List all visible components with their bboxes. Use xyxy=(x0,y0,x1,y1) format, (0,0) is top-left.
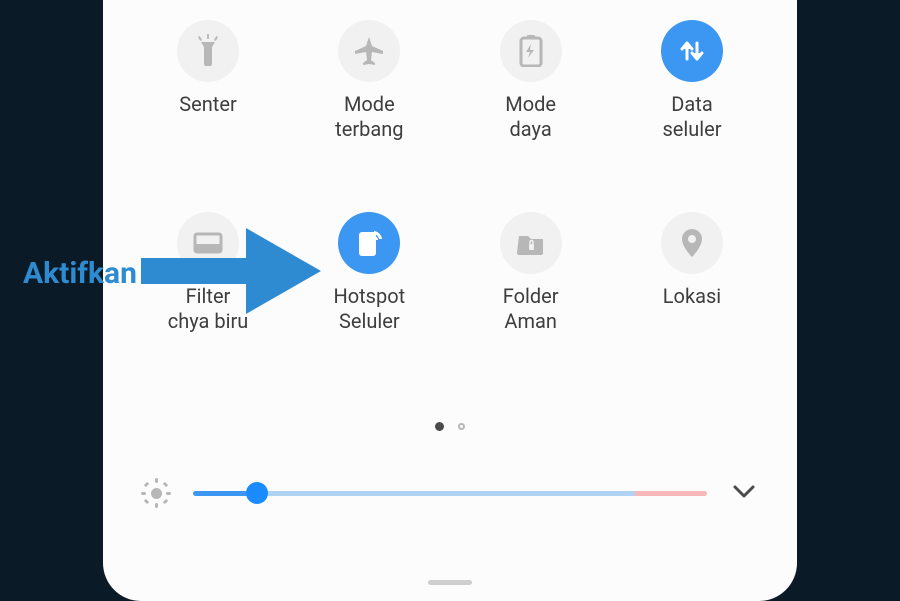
tile-label[interactable]: Hotspot Seluler xyxy=(333,284,405,334)
tile-label[interactable]: Data seluler xyxy=(662,92,721,142)
data-arrows-icon xyxy=(676,35,708,67)
chevron-down-icon xyxy=(733,484,755,503)
tile-securefolder: Folder Aman xyxy=(466,212,596,334)
tiles-row-1: Senter Mode terbang Mode daya xyxy=(143,20,757,142)
arrow-right-icon xyxy=(141,228,321,318)
location-pin-icon xyxy=(679,227,705,259)
tile-powermode-button[interactable] xyxy=(500,20,562,82)
panel-drag-handle[interactable] xyxy=(428,580,472,585)
brightness-slider[interactable] xyxy=(193,481,707,505)
brightness-track xyxy=(193,491,707,496)
tile-label[interactable]: Lokasi xyxy=(663,284,721,309)
tile-location-button[interactable] xyxy=(661,212,723,274)
tile-powermode: Mode daya xyxy=(466,20,596,142)
page-dot-2 xyxy=(458,423,465,430)
tile-flashlight: Senter xyxy=(143,20,273,142)
secure-folder-icon xyxy=(516,230,546,256)
annotation-text: Aktifkan xyxy=(23,256,137,291)
tile-location: Lokasi xyxy=(627,212,757,334)
tile-securefolder-button[interactable] xyxy=(500,212,562,274)
brightness-auto-icon[interactable] xyxy=(143,480,169,506)
tile-flashlight-button[interactable] xyxy=(177,20,239,82)
hotspot-icon xyxy=(355,228,383,258)
flashlight-icon xyxy=(193,34,223,68)
tile-airplane: Mode terbang xyxy=(304,20,434,142)
tile-hotspot: Hotspot Seluler xyxy=(304,212,434,334)
tile-label[interactable]: Mode terbang xyxy=(335,92,403,142)
brightness-expand-button[interactable] xyxy=(731,484,757,503)
tile-label[interactable]: Folder Aman xyxy=(503,284,559,334)
page-indicator[interactable] xyxy=(103,422,797,431)
brightness-thumb[interactable] xyxy=(246,482,268,504)
page-dot-1 xyxy=(435,422,444,431)
tile-mobiledata-button[interactable] xyxy=(661,20,723,82)
tile-label[interactable]: Mode daya xyxy=(505,92,556,142)
brightness-row xyxy=(143,480,757,506)
battery-recycle-icon xyxy=(517,35,545,67)
tile-airplane-button[interactable] xyxy=(338,20,400,82)
tile-hotspot-button[interactable] xyxy=(338,212,400,274)
tile-mobiledata: Data seluler xyxy=(627,20,757,142)
tile-label[interactable]: Senter xyxy=(179,92,236,117)
annotation-callout: Aktifkan xyxy=(23,228,321,318)
airplane-icon xyxy=(352,34,386,68)
